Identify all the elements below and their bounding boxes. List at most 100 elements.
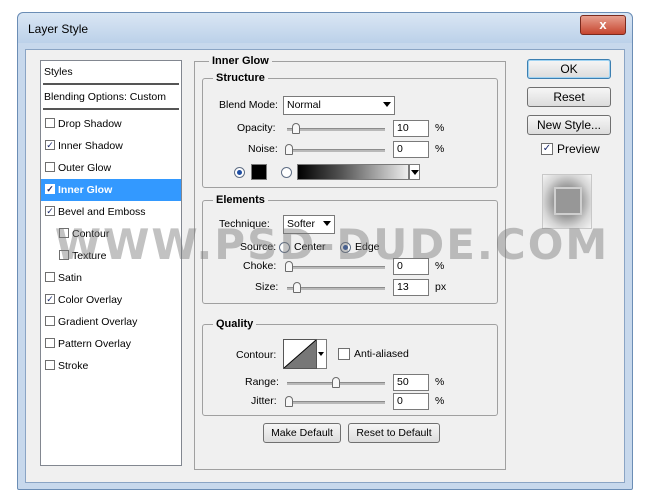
range-label: Range: [245, 376, 279, 388]
style-item-label: Inner Shadow [58, 140, 123, 152]
style-item-stroke[interactable]: Stroke [41, 355, 181, 377]
style-preview-thumbnail [536, 169, 600, 235]
title-bar[interactable]: Layer Style x [18, 13, 632, 43]
gradient-dropdown[interactable] [409, 164, 420, 180]
quality-group: Quality Contour: Anti-aliased Range: 50 … [202, 318, 498, 416]
size-label: Size: [255, 281, 279, 293]
reset-to-default-button[interactable]: Reset to Default [348, 423, 440, 443]
style-item-outer-glow[interactable]: Outer Glow [41, 157, 181, 179]
size-slider-thumb[interactable] [293, 282, 301, 293]
size-slider-track[interactable] [287, 287, 385, 290]
style-item-inner-shadow[interactable]: ✓ Inner Shadow [41, 135, 181, 157]
gradient-overlay-checkbox[interactable] [45, 316, 55, 326]
opacity-input[interactable]: 10 [393, 120, 429, 137]
technique-value: Softer [287, 218, 316, 230]
style-item-label: Contour [72, 228, 110, 240]
glow-color-swatch[interactable] [251, 164, 267, 180]
reset-button[interactable]: Reset [527, 87, 611, 107]
solid-color-radio[interactable] [234, 167, 245, 178]
texture-checkbox[interactable] [59, 250, 69, 260]
chevron-down-icon [383, 102, 391, 107]
preview-checkbox[interactable]: ✓ [541, 143, 553, 155]
inner-glow-title: Inner Glow [209, 55, 272, 67]
preview-square [554, 187, 582, 215]
style-item-color-overlay[interactable]: ✓ Color Overlay [41, 289, 181, 311]
make-default-button[interactable]: Make Default [263, 423, 341, 443]
noise-slider-thumb[interactable] [285, 144, 293, 155]
style-item-label: Color Overlay [58, 294, 123, 306]
choke-slider-track[interactable] [287, 266, 385, 269]
choke-unit: % [435, 260, 445, 272]
opacity-slider-thumb[interactable] [292, 123, 300, 134]
style-item-texture[interactable]: Texture [41, 245, 181, 267]
satin-checkbox[interactable] [45, 272, 55, 282]
outer-glow-checkbox[interactable] [45, 162, 55, 172]
contour-checkbox[interactable] [59, 228, 69, 238]
range-input[interactable]: 50 [393, 374, 429, 391]
bevel-emboss-checkbox[interactable]: ✓ [45, 206, 55, 216]
style-item-label: Bevel and Emboss [58, 206, 146, 218]
ok-button[interactable]: OK [527, 59, 611, 79]
source-center-label: Center [294, 241, 326, 253]
stroke-checkbox[interactable] [45, 360, 55, 370]
styles-header[interactable]: Styles [41, 61, 181, 83]
jitter-label: Jitter: [251, 395, 277, 407]
chevron-down-icon [318, 352, 324, 356]
style-item-contour[interactable]: Contour [41, 223, 181, 245]
technique-select[interactable]: Softer [283, 215, 335, 234]
structure-group: Structure Blend Mode: Normal Opacity: 10… [202, 72, 498, 188]
jitter-input[interactable]: 0 [393, 393, 429, 410]
inner-glow-checkbox[interactable]: ✓ [45, 184, 55, 194]
noise-slider-track[interactable] [287, 149, 385, 152]
size-unit: px [435, 281, 447, 293]
blend-mode-select[interactable]: Normal [283, 96, 395, 115]
source-label: Source: [240, 241, 277, 253]
chevron-down-icon [411, 170, 419, 175]
window-title: Layer Style [28, 22, 89, 36]
gradient-picker[interactable] [297, 164, 409, 180]
new-style-button[interactable]: New Style... [527, 115, 611, 135]
style-item-inner-glow[interactable]: ✓ Inner Glow [41, 179, 181, 201]
opacity-slider-track[interactable] [287, 128, 385, 131]
style-item-label: Texture [72, 250, 107, 262]
choke-input[interactable]: 0 [393, 258, 429, 275]
style-item-drop-shadow[interactable]: Drop Shadow [41, 113, 181, 135]
contour-preview[interactable] [283, 339, 317, 369]
styles-list: Styles Blending Options: Custom Drop Sha… [40, 60, 182, 466]
choke-slider-thumb[interactable] [285, 261, 293, 272]
noise-label: Noise: [248, 143, 278, 155]
style-item-bevel-emboss[interactable]: ✓ Bevel and Emboss [41, 201, 181, 223]
blend-mode-value: Normal [287, 99, 321, 111]
style-item-label: Outer Glow [58, 162, 112, 174]
source-center-radio[interactable] [279, 242, 290, 253]
drop-shadow-checkbox[interactable] [45, 118, 55, 128]
blending-options-label: Blending Options: Custom [44, 91, 166, 103]
preview-label: Preview [557, 142, 600, 156]
size-input[interactable]: 13 [393, 279, 429, 296]
jitter-slider-track[interactable] [287, 401, 385, 404]
styles-divider [43, 83, 179, 85]
style-item-gradient-overlay[interactable]: Gradient Overlay [41, 311, 181, 333]
jitter-slider-thumb[interactable] [285, 396, 293, 407]
range-slider-thumb[interactable] [332, 377, 340, 388]
source-edge-label: Edge [355, 241, 380, 253]
anti-aliased-checkbox[interactable] [338, 348, 350, 360]
close-button[interactable]: x [580, 15, 626, 35]
inner-shadow-checkbox[interactable]: ✓ [45, 140, 55, 150]
styles-header-label: Styles [44, 66, 73, 78]
quality-title: Quality [213, 318, 257, 330]
gradient-radio[interactable] [281, 167, 292, 178]
preview-glow [542, 174, 592, 229]
pattern-overlay-checkbox[interactable] [45, 338, 55, 348]
contour-dropdown[interactable] [317, 339, 327, 369]
blend-mode-label: Blend Mode: [219, 99, 278, 111]
noise-input[interactable]: 0 [393, 141, 429, 158]
dialog-client: Styles Blending Options: Custom Drop Sha… [25, 49, 625, 483]
contour-label: Contour: [236, 349, 277, 361]
color-overlay-checkbox[interactable]: ✓ [45, 294, 55, 304]
style-item-pattern-overlay[interactable]: Pattern Overlay [41, 333, 181, 355]
style-item-label: Stroke [58, 360, 89, 372]
blending-options-item[interactable]: Blending Options: Custom [41, 86, 181, 108]
source-edge-radio[interactable] [340, 242, 351, 253]
style-item-satin[interactable]: Satin [41, 267, 181, 289]
